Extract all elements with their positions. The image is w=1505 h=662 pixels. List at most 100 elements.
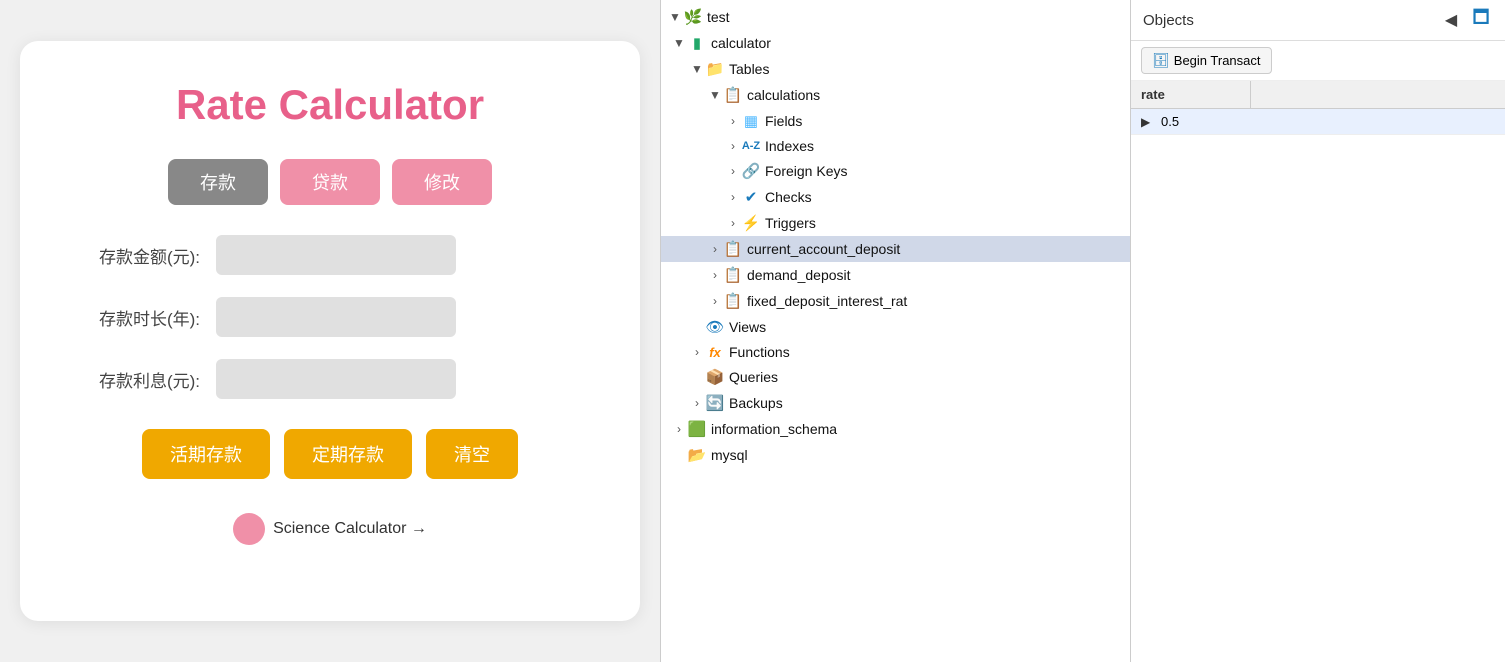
tree-label-fields: Fields: [765, 113, 802, 129]
calculations-icon: 📋: [723, 86, 743, 104]
begin-transaction-btn[interactable]: 🗄 Begin Transact: [1141, 47, 1272, 74]
left-panel: Rate Calculator 存款 贷款 修改 存款金额(元): 存款时长(年…: [0, 0, 660, 662]
arrow-calculator: ▼: [671, 36, 687, 50]
input-amount[interactable]: [216, 235, 456, 275]
action-buttons: 活期存款 定期存款 清空: [142, 429, 518, 479]
tree-item-fields[interactable]: › ▦ Fields: [661, 108, 1130, 134]
form-row-amount: 存款金额(元):: [70, 235, 590, 275]
label-duration: 存款时长(年):: [70, 305, 200, 330]
tree-item-backups[interactable]: › 🔄 Backups: [661, 390, 1130, 416]
objects-header: Objects ◀ 🗖: [1131, 0, 1505, 41]
objects-table: rate ▶ 0.5: [1131, 81, 1505, 662]
calculator-title: Rate Calculator: [176, 81, 484, 129]
mode-btn-loan[interactable]: 贷款: [280, 159, 380, 205]
tree-label-fixed-deposit: fixed_deposit_interest_rat: [747, 293, 907, 309]
db-toolbar-icon: 🗄: [1152, 52, 1170, 69]
information-schema-icon: 🟩: [687, 420, 707, 438]
arrow-indexes: ›: [725, 139, 741, 153]
label-interest: 存款利息(元):: [70, 367, 200, 392]
tree-item-current-account[interactable]: › 📋 current_account_deposit: [661, 236, 1130, 262]
form-row-duration: 存款时长(年):: [70, 297, 590, 337]
collapse-panel-btn[interactable]: ◀: [1439, 8, 1463, 32]
tree-item-mysql[interactable]: 📂 mysql: [661, 442, 1130, 468]
form-row-interest: 存款利息(元):: [70, 359, 590, 399]
arrow-tables: ▼: [689, 62, 705, 76]
tree-label-test: test: [707, 9, 730, 25]
btn-clear[interactable]: 清空: [426, 429, 518, 479]
label-amount: 存款金额(元):: [70, 243, 200, 268]
science-link[interactable]: Science Calculator →: [233, 513, 427, 545]
tree-label-mysql: mysql: [711, 447, 748, 463]
calculator-card: Rate Calculator 存款 贷款 修改 存款金额(元): 存款时长(年…: [20, 41, 640, 621]
objects-panel: Objects ◀ 🗖 🗄 Begin Transact rate ▶ 0.5: [1131, 0, 1505, 662]
arrow-calculations: ▼: [707, 88, 723, 102]
row-select-arrow: ▶: [1141, 115, 1150, 129]
queries-icon: 📦: [705, 368, 725, 386]
arrow-test: ▼: [667, 10, 683, 24]
tables-icon: 📁: [705, 60, 725, 78]
indexes-icon: A-Z: [741, 140, 761, 152]
science-dot-icon: [233, 513, 265, 545]
tree-label-views: Views: [729, 319, 766, 335]
arrow-checks: ›: [725, 190, 741, 204]
maximize-panel-btn[interactable]: 🗖: [1469, 8, 1493, 32]
begin-transaction-label: Begin Transact: [1174, 53, 1261, 68]
tree-label-backups: Backups: [729, 395, 783, 411]
tree-label-calculations: calculations: [747, 87, 820, 103]
tree-item-calculations[interactable]: ▼ 📋 calculations: [661, 82, 1130, 108]
foreign-keys-icon: 🔗: [741, 162, 761, 180]
row-arrow: ▶: [1131, 109, 1151, 134]
tree-item-demand-deposit[interactable]: › 📋 demand_deposit: [661, 262, 1130, 288]
tree-label-information-schema: information_schema: [711, 421, 837, 437]
mysql-icon: 📂: [687, 446, 707, 464]
checks-icon: ✔: [741, 188, 761, 206]
mode-btn-modify[interactable]: 修改: [392, 159, 492, 205]
tree-item-checks[interactable]: › ✔ Checks: [661, 184, 1130, 210]
btn-current-deposit[interactable]: 活期存款: [142, 429, 270, 479]
mode-buttons: 存款 贷款 修改: [168, 159, 492, 205]
tree-item-indexes[interactable]: › A-Z Indexes: [661, 134, 1130, 158]
arrow-demand-deposit: ›: [707, 268, 723, 282]
tree-item-information-schema[interactable]: › 🟩 information_schema: [661, 416, 1130, 442]
tree-item-views[interactable]: 👁 Views: [661, 314, 1130, 340]
tree-item-calculator[interactable]: ▼ ▮ calculator: [661, 30, 1130, 56]
arrow-foreign-keys: ›: [725, 164, 741, 178]
tree-item-queries[interactable]: 📦 Queries: [661, 364, 1130, 390]
input-interest[interactable]: [216, 359, 456, 399]
arrow-fields: ›: [725, 114, 741, 128]
tree-label-demand-deposit: demand_deposit: [747, 267, 851, 283]
fields-icon: ▦: [741, 112, 761, 130]
tree-label-functions: Functions: [729, 344, 790, 360]
current-account-icon: 📋: [723, 240, 743, 258]
mode-btn-deposit[interactable]: 存款: [168, 159, 268, 205]
row-value: 0.5: [1151, 109, 1505, 134]
tree-item-test[interactable]: ▼ 🌿 test: [661, 4, 1130, 30]
tree-label-triggers: Triggers: [765, 215, 816, 231]
science-link-label: Science Calculator →: [273, 520, 427, 538]
tree-item-functions[interactable]: › fx Functions: [661, 340, 1130, 364]
tree-item-tables[interactable]: ▼ 📁 Tables: [661, 56, 1130, 82]
arrow-triggers: ›: [725, 216, 741, 230]
btn-fixed-deposit[interactable]: 定期存款: [284, 429, 412, 479]
tree-panel: ▼ 🌿 test ▼ ▮ calculator ▼ 📁 Tables ▼ 📋 c…: [661, 0, 1131, 662]
arrow-backups: ›: [689, 396, 705, 410]
fixed-deposit-icon: 📋: [723, 292, 743, 310]
triggers-icon: ⚡: [741, 214, 761, 232]
objects-toolbar: 🗄 Begin Transact: [1131, 41, 1505, 81]
table-row[interactable]: ▶ 0.5: [1131, 109, 1505, 135]
tree-item-foreign-keys[interactable]: › 🔗 Foreign Keys: [661, 158, 1130, 184]
objects-panel-title: Objects: [1143, 12, 1433, 29]
tree-label-checks: Checks: [765, 189, 812, 205]
test-db-icon: 🌿: [683, 8, 703, 26]
tree-label-queries: Queries: [729, 369, 778, 385]
tree-item-fixed-deposit[interactable]: › 📋 fixed_deposit_interest_rat: [661, 288, 1130, 314]
calculator-db-icon: ▮: [687, 34, 707, 52]
demand-deposit-icon: 📋: [723, 266, 743, 284]
tree-label-foreign-keys: Foreign Keys: [765, 163, 847, 179]
arrow-current-account: ›: [707, 242, 723, 256]
input-duration[interactable]: [216, 297, 456, 337]
tree-item-triggers[interactable]: › ⚡ Triggers: [661, 210, 1130, 236]
right-panel: ▼ 🌿 test ▼ ▮ calculator ▼ 📁 Tables ▼ 📋 c…: [660, 0, 1505, 662]
tree-label-indexes: Indexes: [765, 138, 814, 154]
tree-label-calculator: calculator: [711, 35, 771, 51]
